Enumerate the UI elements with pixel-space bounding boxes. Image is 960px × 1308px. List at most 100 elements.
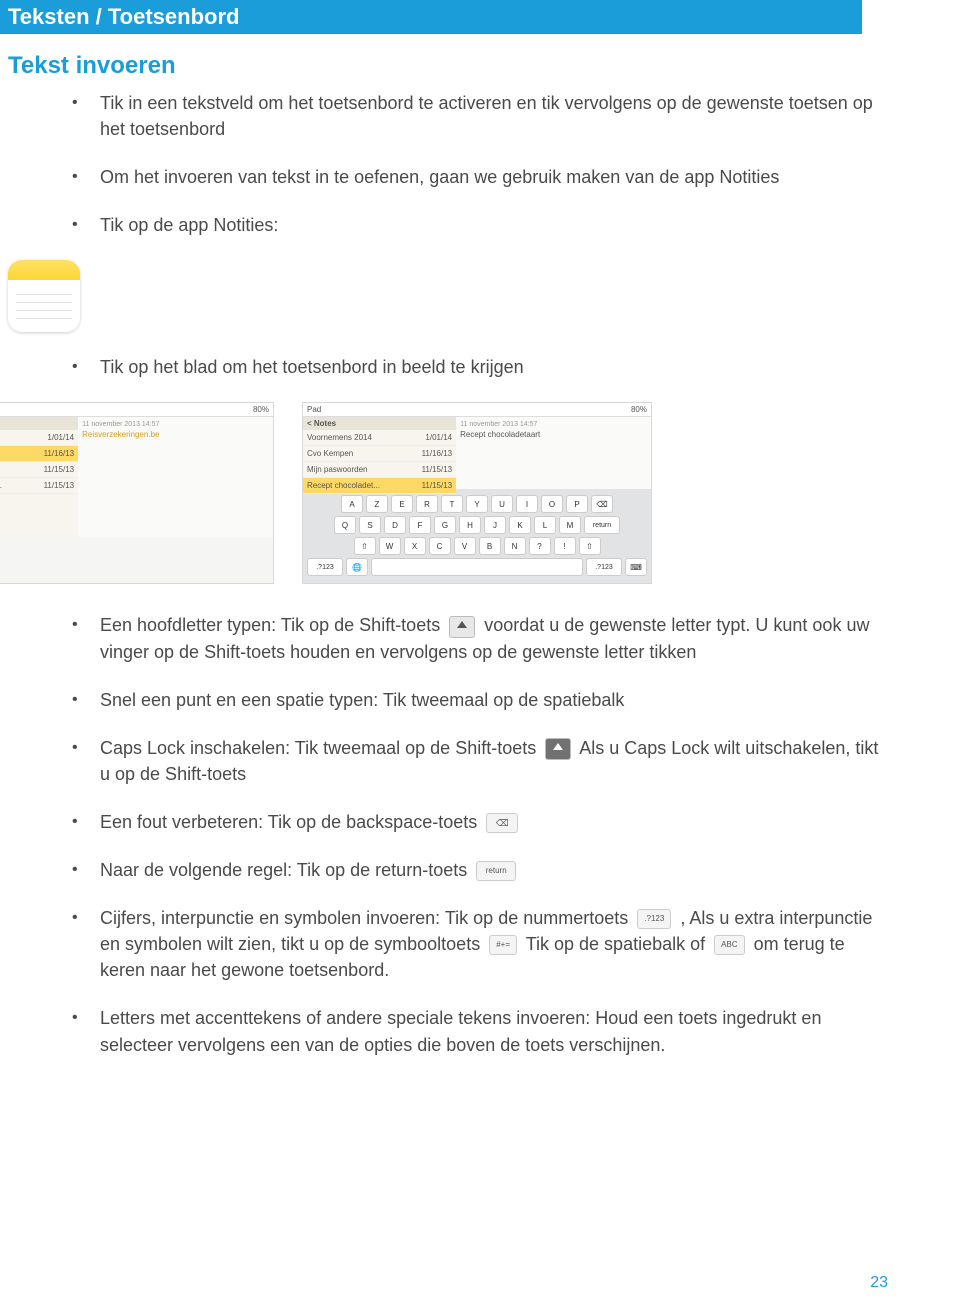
list-item-text: Naar de volgende regel: Tik op de return… (100, 860, 472, 880)
list-item: Cijfers, interpunctie en symbolen invoer… (100, 905, 888, 983)
instruction-list: Tik in een tekstveld om het toetsenbord … (100, 90, 888, 238)
instruction-list-2: Tik op het blad om het toetsenbord in be… (100, 354, 888, 380)
shift-key-kb: ⇧ (354, 537, 376, 555)
symbol-key-icon: #+= (489, 935, 517, 955)
note-row-date: 11/16/13 (44, 449, 75, 458)
key: N (504, 537, 526, 555)
note-row-label: Cvo Kempen (307, 449, 353, 458)
key: V (454, 537, 476, 555)
key: D (384, 516, 406, 534)
key: J (484, 516, 506, 534)
list-item-text: Caps Lock inschakelen: Tik tweemaal op d… (100, 738, 541, 758)
list-item: Een fout verbeteren: Tik op de backspace… (100, 809, 888, 835)
note-row-date: 11/15/13 (422, 481, 453, 490)
note-date: 11 november 2013 14:57 (460, 421, 647, 428)
note-row-date: 11/15/13 (44, 481, 75, 490)
note-title: Reisverzekeringen.be (82, 430, 269, 439)
note-row-label: Voornemens 2014 (307, 433, 372, 442)
list-item-text: Cijfers, interpunctie en symbolen invoer… (100, 908, 633, 928)
note-row-label: Recept chocoladet... (307, 481, 380, 490)
backspace-key-kb: ⌫ (591, 495, 613, 513)
list-item-text: Tik op het blad om het toetsenbord in be… (100, 357, 524, 377)
shift-key-kb: ⇧ (579, 537, 601, 555)
list-item: Een hoofdletter typen: Tik op de Shift-t… (100, 612, 888, 664)
key: ? (529, 537, 551, 555)
list-item-text: Een hoofdletter typen: Tik op de Shift-t… (100, 615, 445, 635)
list-item-text: Om het invoeren van tekst in te oefenen,… (100, 167, 779, 187)
list-item-text: Een fout verbeteren: Tik op de backspace… (100, 812, 482, 832)
key: C (429, 537, 451, 555)
note-row-date: 11/15/13 (422, 465, 453, 474)
return-key-icon: return (476, 861, 516, 881)
list-item: Om het invoeren van tekst in te oefenen,… (100, 164, 888, 190)
note-row-date: 11/16/13 (422, 449, 453, 458)
shift-key-icon (449, 616, 475, 638)
key: K (509, 516, 531, 534)
subtitle: Tekst invoeren (4, 52, 888, 80)
nav-back: < Notes (0, 417, 78, 430)
note-row-label: Mijn paswoorden (307, 465, 367, 474)
key: ! (554, 537, 576, 555)
note-row-date: 1/01/14 (425, 433, 452, 442)
key: B (479, 537, 501, 555)
globe-key-kb: 🌐 (346, 558, 368, 576)
status-right: 80% (253, 405, 269, 414)
status-left: Pad (307, 405, 321, 414)
key: I (516, 495, 538, 513)
key: H (459, 516, 481, 534)
notes-app-icon (8, 260, 80, 332)
key: R (416, 495, 438, 513)
list-item: Letters met accenttekens of andere speci… (100, 1005, 888, 1057)
return-key-kb: return (584, 516, 620, 534)
key: O (541, 495, 563, 513)
screenshots-row: Pad 80% < Notes Voornemens 2014 1/01/14 C… (0, 402, 888, 584)
abc-key-icon: ABC (714, 935, 744, 955)
key: T (441, 495, 463, 513)
screenshot-notes-2: Pad 80% < Notes Voornemens 2014 1/01/14 C… (302, 402, 652, 584)
status-right: 80% (631, 405, 647, 414)
instruction-list-3: Een hoofdletter typen: Tik op de Shift-t… (100, 612, 888, 1057)
spacebar-kb (371, 558, 583, 576)
key: E (391, 495, 413, 513)
key: A (341, 495, 363, 513)
note-row-date: 11/15/13 (44, 465, 75, 474)
note-row-date: 1/01/14 (47, 433, 74, 442)
list-item-text: Tik op de app Notities: (100, 215, 278, 235)
note-row-label: Recept chocoladet... (0, 481, 2, 490)
key: Q (334, 516, 356, 534)
shift-key-on-icon (545, 738, 571, 760)
key: P (566, 495, 588, 513)
key: L (534, 516, 556, 534)
num-key-kb: .?123 (586, 558, 622, 576)
backspace-key-icon: ⌫ (486, 813, 518, 833)
section-header-text: Teksten / Toetsenbord (8, 4, 239, 29)
key: G (434, 516, 456, 534)
list-item: Snel een punt en een spatie typen: Tik t… (100, 687, 888, 713)
list-item: Tik op de app Notities: (100, 212, 888, 238)
key: X (404, 537, 426, 555)
key: S (359, 516, 381, 534)
key: Z (366, 495, 388, 513)
list-item: Tik op het blad om het toetsenbord in be… (100, 354, 888, 380)
onscreen-keyboard: A Z E R T Y U I O P ⌫ Q S D F G (303, 489, 651, 583)
num-key-kb: .?123 (307, 558, 343, 576)
screenshot-notes-1: Pad 80% < Notes Voornemens 20141/01/14 C… (0, 402, 274, 584)
section-header: Teksten / Toetsenbord (0, 0, 862, 34)
key: F (409, 516, 431, 534)
page-number: 23 (870, 1274, 888, 1292)
nav-back: < Notes (303, 417, 456, 430)
key: U (491, 495, 513, 513)
key: M (559, 516, 581, 534)
list-item-text: Tik in een tekstveld om het toetsenbord … (100, 93, 873, 139)
hide-kb-key: ⌨ (625, 558, 647, 576)
number-key-icon: .?123 (637, 909, 671, 929)
list-item: Caps Lock inschakelen: Tik tweemaal op d… (100, 735, 888, 787)
list-item: Tik in een tekstveld om het toetsenbord … (100, 90, 888, 142)
list-item-text: Letters met accenttekens of andere speci… (100, 1008, 821, 1054)
key: Y (466, 495, 488, 513)
note-title: Recept chocoladetaart (460, 430, 647, 439)
list-item: Naar de volgende regel: Tik op de return… (100, 857, 888, 883)
key: W (379, 537, 401, 555)
list-item-text: Tik op de spatiebalk of (526, 934, 710, 954)
list-item-text: Snel een punt en een spatie typen: Tik t… (100, 690, 624, 710)
